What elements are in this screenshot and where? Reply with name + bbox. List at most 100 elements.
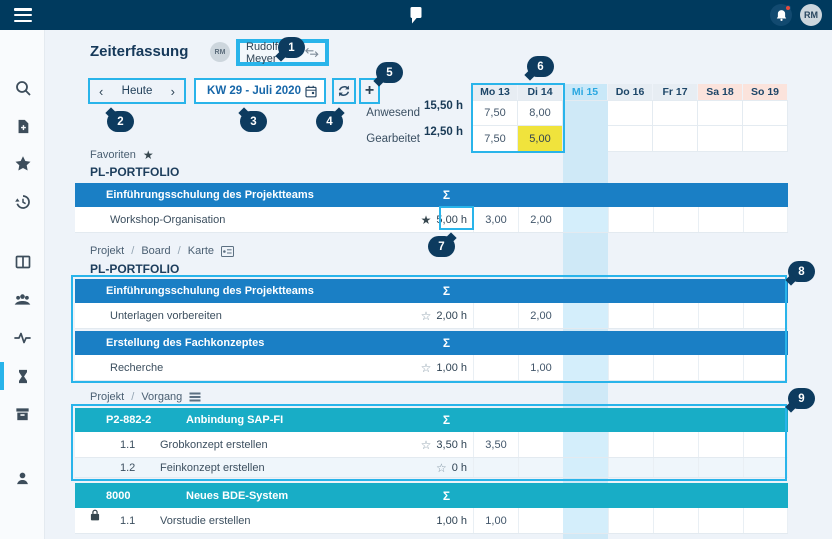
- callout-badge-5: 5: [376, 62, 403, 83]
- portfolio-title: PL-PORTFOLIO: [90, 262, 179, 276]
- day-cell[interactable]: [563, 432, 608, 457]
- day-cell[interactable]: [653, 355, 698, 380]
- sidebar: [0, 30, 45, 539]
- project-code: P2-882-2: [106, 414, 186, 426]
- portfolio-title: PL-PORTFOLIO: [90, 165, 179, 179]
- board-icon[interactable]: [0, 247, 45, 277]
- day-cell[interactable]: 3,00: [473, 207, 518, 232]
- callout-badge-8: 8: [788, 261, 815, 282]
- day-cell[interactable]: [473, 355, 518, 380]
- day-header[interactable]: Di 14: [518, 84, 563, 100]
- favorite-star-outline-icon[interactable]: ☆: [421, 361, 432, 375]
- day-header-weekend[interactable]: So 19: [743, 84, 788, 100]
- day-header-weekend[interactable]: Sa 18: [698, 84, 743, 100]
- favorites-star-icon[interactable]: [0, 149, 45, 179]
- breadcrumb-item[interactable]: Projekt: [90, 245, 124, 257]
- day-cell[interactable]: [563, 458, 608, 477]
- day-cell[interactable]: [608, 508, 653, 533]
- day-cell[interactable]: [563, 303, 608, 328]
- day-cell[interactable]: [743, 432, 788, 457]
- day-cell[interactable]: [653, 508, 698, 533]
- notifications-bell-icon[interactable]: [770, 4, 792, 26]
- day-cell[interactable]: 2,00: [518, 207, 563, 232]
- prev-week-button[interactable]: ‹: [99, 85, 103, 98]
- group-header-row[interactable]: Einführungsschulung des Projektteams Σ: [75, 279, 788, 303]
- day-cell[interactable]: [608, 207, 653, 232]
- day-cell[interactable]: [698, 508, 743, 533]
- day-cell[interactable]: [743, 355, 788, 380]
- group-header-row[interactable]: P2-882-2 Anbindung SAP-FI Σ: [75, 408, 788, 432]
- day-header[interactable]: Mo 13: [473, 84, 518, 100]
- time-tracking-hourglass-icon[interactable]: [0, 361, 45, 391]
- groups-icon[interactable]: [0, 285, 45, 315]
- day-cell[interactable]: [563, 508, 608, 533]
- day-cell[interactable]: [608, 303, 653, 328]
- day-cell[interactable]: [518, 458, 563, 477]
- day-cell[interactable]: [608, 355, 653, 380]
- day-cell[interactable]: [473, 458, 518, 477]
- summary-cell: [563, 126, 608, 152]
- task-row[interactable]: 1.1 Vorstudie erstellen 1,00 h 1,00: [75, 508, 788, 534]
- today-button[interactable]: Heute: [122, 85, 153, 97]
- task-row[interactable]: Unterlagen vorbereiten ☆ 2,00 h 2,00: [75, 303, 788, 329]
- day-cell[interactable]: [743, 207, 788, 232]
- day-header[interactable]: Do 16: [608, 84, 653, 100]
- favorite-star-outline-icon[interactable]: ☆: [421, 438, 432, 452]
- search-icon[interactable]: [0, 73, 45, 103]
- favorite-star-outline-icon[interactable]: ☆: [436, 461, 447, 475]
- user-avatar[interactable]: RM: [800, 4, 822, 26]
- group-header-row[interactable]: Einführungsschulung des Projektteams Σ: [75, 183, 788, 207]
- lock-icon: [90, 509, 100, 524]
- day-header-row: Mo 13 Di 14 Mi 15 Do 16 Fr 17 Sa 18 So 1…: [473, 84, 788, 100]
- day-cell[interactable]: [653, 458, 698, 477]
- task-row[interactable]: Recherche ☆ 1,00 h 1,00: [75, 355, 788, 381]
- day-header-today[interactable]: Mi 15: [563, 84, 608, 100]
- favorite-star-icon[interactable]: ★: [421, 213, 432, 227]
- task-row[interactable]: 1.2 Feinkonzept erstellen ☆ 0 h: [75, 458, 788, 478]
- note-add-icon[interactable]: [0, 111, 45, 141]
- day-cell[interactable]: [518, 432, 563, 457]
- day-cell[interactable]: [698, 432, 743, 457]
- callout-badge-9: 9: [788, 388, 815, 409]
- day-cell[interactable]: [698, 458, 743, 477]
- day-cell[interactable]: [473, 303, 518, 328]
- archive-icon[interactable]: [0, 399, 45, 429]
- day-cell[interactable]: [698, 303, 743, 328]
- history-icon[interactable]: [0, 187, 45, 217]
- day-cell[interactable]: 2,00: [518, 303, 563, 328]
- day-cell[interactable]: [518, 508, 563, 533]
- summary-cell: [608, 126, 653, 152]
- day-cell[interactable]: 1,00: [473, 508, 518, 533]
- breadcrumb-item[interactable]: Karte: [188, 245, 214, 257]
- group-header-row[interactable]: Erstellung des Fachkonzeptes Σ: [75, 331, 788, 355]
- day-cell[interactable]: [563, 207, 608, 232]
- day-cell[interactable]: [608, 432, 653, 457]
- group-header-row[interactable]: 8000 Neues BDE-System Σ: [75, 483, 788, 508]
- task-row[interactable]: 1.1 Grobkonzept erstellen ☆ 3,50 h 3,50: [75, 432, 788, 458]
- task-row[interactable]: Workshop-Organisation ★ 5,00 h 3,00 2,00: [75, 207, 788, 233]
- day-cell[interactable]: [653, 432, 698, 457]
- favorite-star-outline-icon[interactable]: ☆: [421, 309, 432, 323]
- day-cell[interactable]: [743, 303, 788, 328]
- day-cell[interactable]: [698, 355, 743, 380]
- day-cell[interactable]: [608, 458, 653, 477]
- day-cell[interactable]: [653, 207, 698, 232]
- day-cell[interactable]: 1,00: [518, 355, 563, 380]
- activity-icon[interactable]: [0, 323, 45, 353]
- person-icon[interactable]: [0, 463, 45, 493]
- summary-cell: [653, 100, 698, 126]
- breadcrumb-item[interactable]: Board: [141, 245, 170, 257]
- day-cell[interactable]: 3,50: [473, 432, 518, 457]
- day-cell[interactable]: [653, 303, 698, 328]
- menu-icon[interactable]: [14, 8, 32, 22]
- summary-cell: [698, 100, 743, 126]
- day-cell[interactable]: [743, 508, 788, 533]
- day-cell[interactable]: [743, 458, 788, 477]
- calendar-icon: [305, 85, 317, 98]
- breadcrumb-item[interactable]: Projekt: [90, 391, 124, 403]
- day-cell[interactable]: [563, 355, 608, 380]
- breadcrumb-item[interactable]: Vorgang: [141, 391, 182, 403]
- day-cell[interactable]: [698, 207, 743, 232]
- day-header[interactable]: Fr 17: [653, 84, 698, 100]
- next-week-button[interactable]: ›: [171, 85, 175, 98]
